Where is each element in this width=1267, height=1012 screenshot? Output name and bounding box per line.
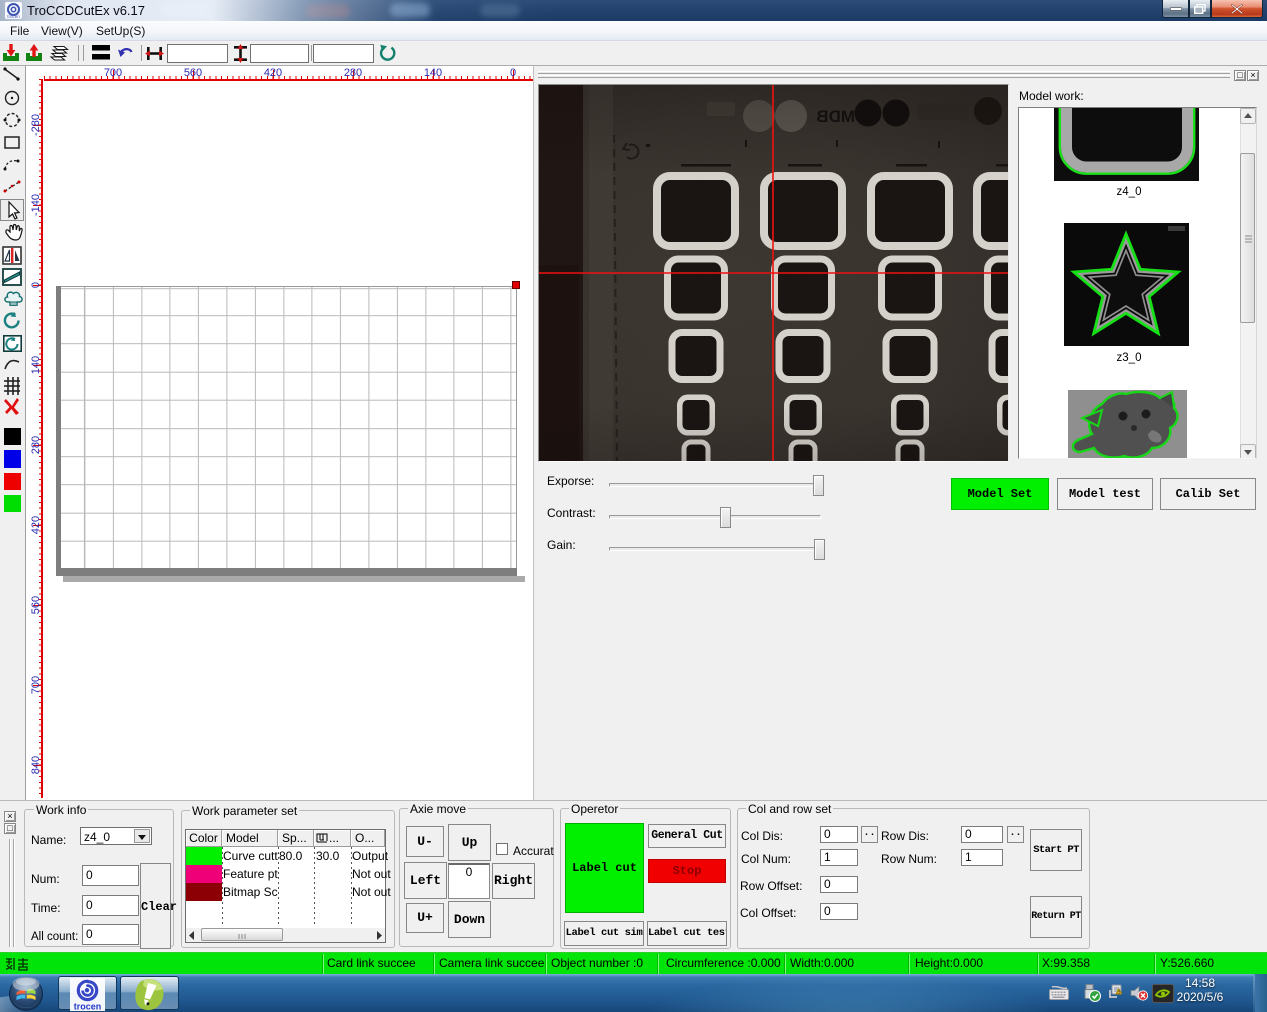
svg-text:trocen: trocen — [74, 1002, 102, 1012]
svg-text:trocen: trocen — [7, 14, 20, 19]
